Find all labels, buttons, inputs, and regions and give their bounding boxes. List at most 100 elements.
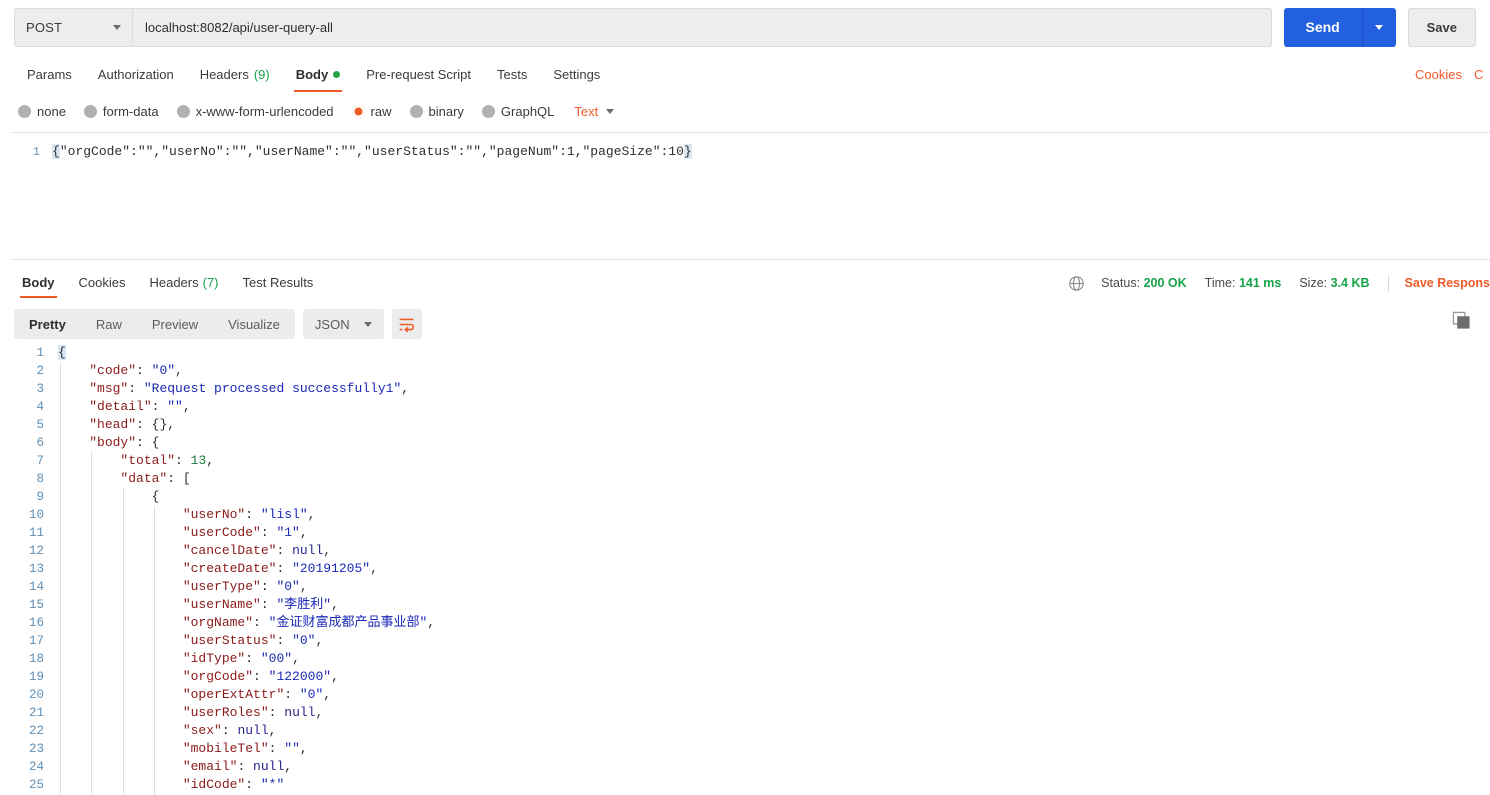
response-tab-test-results[interactable]: Test Results — [231, 266, 326, 298]
send-options-button[interactable] — [1361, 7, 1396, 47]
globe-icon — [1069, 275, 1084, 291]
code-token: "cancelDate" — [182, 543, 277, 558]
code-token: : — [136, 417, 152, 432]
copy-icon — [1452, 311, 1470, 329]
copy-response-button[interactable] — [1444, 303, 1478, 337]
json-line-content: "sex": null, — [58, 722, 277, 740]
body-mode-label: x-www-form-urlencoded — [195, 103, 334, 119]
request-line-number: 1 — [32, 145, 40, 159]
line-number: 7 — [36, 454, 44, 468]
send-button-group: Send — [1283, 7, 1396, 47]
request-body-text[interactable]: {"orgCode":"","userNo":"","userName":"",… — [52, 143, 692, 161]
line-number: 10 — [28, 508, 44, 522]
request-body-editor[interactable]: 1 {"orgCode":"","userNo":"","userName":"… — [12, 132, 1490, 260]
view-mode-preview[interactable]: Preview — [137, 309, 213, 339]
view-mode-pretty[interactable]: Pretty — [14, 309, 81, 339]
code-token: {} — [151, 417, 168, 432]
time-value: 141 ms — [1238, 276, 1282, 290]
json-line-content: "msg": "Request processed successfully1"… — [58, 380, 409, 398]
json-line-content: "idCode": "*" — [58, 776, 284, 794]
response-format-select[interactable]: JSON — [302, 309, 384, 339]
response-tab-headers[interactable]: Headers (7) — [137, 266, 230, 298]
body-mode-none[interactable]: none — [18, 104, 66, 119]
request-tab-tests[interactable]: Tests — [484, 56, 540, 92]
code-token: : — [245, 777, 261, 792]
tab-label: Settings — [553, 66, 601, 82]
view-mode-raw[interactable]: Raw — [81, 309, 137, 339]
request-tab-pre-request-script[interactable]: Pre-request Script — [353, 56, 484, 92]
body-present-dot-icon — [333, 70, 341, 78]
radio-icon — [351, 104, 365, 118]
body-mode-raw[interactable]: raw — [351, 104, 392, 119]
request-tab-body[interactable]: Body — [283, 56, 354, 92]
tab-label: Headers — [199, 66, 249, 82]
code-token: "李胜利" — [276, 597, 332, 612]
json-line: 15 "userName": "李胜利", — [0, 596, 1490, 614]
request-tab-params[interactable]: Params — [14, 56, 85, 92]
wrap-lines-button[interactable] — [391, 309, 422, 339]
json-line-content: "mobileTel": "", — [58, 740, 308, 758]
send-button[interactable]: Send — [1283, 7, 1362, 47]
code-token: "金证财富成都产品事业部" — [268, 615, 428, 630]
line-number: 18 — [28, 652, 44, 666]
code-token: { — [151, 489, 160, 504]
code-token: "createDate" — [182, 561, 277, 576]
code-token: , — [331, 597, 339, 612]
response-toolbar: Pretty Raw Preview Visualize JSON — [0, 306, 1490, 342]
body-mode-graphql[interactable]: GraphQL — [481, 104, 554, 119]
request-tab-headers[interactable]: Headers (9) — [187, 56, 283, 92]
body-mode-x-www-form-urlencoded[interactable]: x-www-form-urlencoded — [176, 103, 334, 119]
code-token: "*" — [260, 777, 285, 792]
code-token: : — [245, 507, 261, 522]
chevron-down-icon — [113, 24, 121, 30]
json-line-content: "createDate": "20191205", — [58, 560, 378, 578]
radio-icon — [18, 104, 31, 118]
code-token: "" — [167, 399, 183, 414]
json-line: 6 "body": { — [0, 434, 1490, 452]
view-mode-visualize[interactable]: Visualize — [213, 309, 295, 339]
request-tab-settings[interactable]: Settings — [540, 56, 613, 92]
response-tab-cookies[interactable]: Cookies — [67, 266, 138, 298]
cookies-link[interactable]: Cookies — [1415, 67, 1462, 82]
http-method-select[interactable]: POST — [14, 7, 132, 47]
request-tab-authorization[interactable]: Authorization — [85, 56, 187, 92]
code-token: "mobileTel" — [182, 741, 269, 756]
json-line-content: "code": "0", — [58, 362, 183, 380]
code-link[interactable]: C — [1474, 67, 1488, 82]
code-token: } — [683, 144, 692, 159]
size-item: Size: 3.4 KB — [1299, 276, 1369, 290]
raw-format-select[interactable]: Text — [574, 104, 615, 119]
tab-label: Authorization — [97, 66, 174, 82]
body-mode-row: none form-data x-www-form-urlencoded raw bin… — [0, 96, 1490, 126]
code-token: : — [253, 669, 269, 684]
code-token: : — [268, 741, 285, 756]
time-label: Time: — [1204, 276, 1236, 290]
code-token: : — [276, 543, 293, 558]
code-token: "0" — [276, 579, 300, 594]
size-label: Size: — [1299, 276, 1328, 290]
json-line: 17 "userStatus": "0", — [0, 632, 1490, 650]
body-mode-form-data[interactable]: form-data — [83, 104, 159, 119]
code-token: : — [276, 633, 293, 648]
body-mode-binary[interactable]: binary — [409, 104, 464, 119]
line-number: 12 — [28, 544, 44, 558]
line-number: 23 — [28, 742, 44, 756]
url-input[interactable] — [132, 7, 1272, 47]
response-body-viewer[interactable]: 1{2 "code": "0", 3 "msg": "Request proces… — [0, 344, 1490, 795]
code-token: "code" — [89, 363, 137, 378]
json-line: 12 "cancelDate": null, — [0, 542, 1490, 560]
line-number: 6 — [36, 436, 44, 450]
save-button[interactable]: Save — [1407, 7, 1476, 47]
http-method-label: POST — [26, 19, 63, 35]
line-number: 14 — [28, 580, 44, 594]
save-response-button[interactable]: Save Respons — [1405, 276, 1490, 290]
response-tab-body[interactable]: Body — [10, 266, 67, 298]
json-line: 10 "userNo": "lisl", — [0, 506, 1490, 524]
line-number: 1 — [36, 346, 44, 360]
